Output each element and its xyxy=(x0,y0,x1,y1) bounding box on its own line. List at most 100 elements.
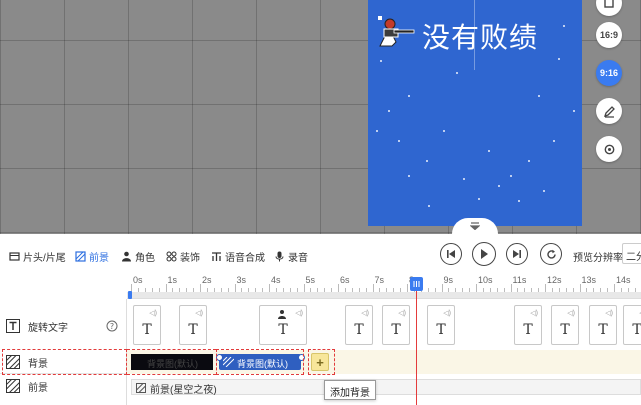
text-glyph-icon: T xyxy=(560,322,570,338)
editor-toolbar: 片头/片尾 前景 角色 装饰 语音合成 录音 预览分辨率 二分 xyxy=(0,237,641,271)
film-icon xyxy=(9,252,20,261)
text-glyph-icon: T xyxy=(142,322,152,338)
foreground-icon xyxy=(136,383,146,393)
ruler-tick xyxy=(614,284,615,292)
text-clip[interactable]: ◁) T xyxy=(382,305,410,345)
star-dot xyxy=(443,130,445,132)
preview-frame[interactable]: 没有败绩 xyxy=(368,0,582,226)
star-dot xyxy=(488,150,490,152)
star-dot xyxy=(376,130,378,132)
ruler-tick xyxy=(269,284,270,292)
tab-record[interactable]: 录音 xyxy=(274,249,308,264)
foreground-icon xyxy=(6,379,20,393)
speaker-icon: ◁) xyxy=(295,310,303,317)
ruler-tick-label: 5s xyxy=(305,275,316,285)
chevron-down-icon xyxy=(470,222,480,230)
skip-back-button[interactable] xyxy=(440,243,462,265)
collapse-handle[interactable] xyxy=(452,218,498,234)
svg-text:?: ? xyxy=(110,322,114,331)
star-dot xyxy=(538,95,540,97)
star-dot xyxy=(510,175,512,177)
ruler-tick xyxy=(476,284,477,292)
tab-foreground[interactable]: 前景 xyxy=(75,249,109,264)
text-glyph-icon: T xyxy=(278,322,288,338)
timeline-scrollbar[interactable] xyxy=(127,291,641,299)
ruler-tick xyxy=(372,284,374,292)
tab-label: 前景 xyxy=(89,253,109,264)
playhead-handle[interactable] xyxy=(410,277,423,291)
text-clip[interactable]: ◁)T xyxy=(623,305,641,345)
person-icon xyxy=(122,251,131,262)
star-dot xyxy=(558,58,560,60)
mic-icon xyxy=(275,251,284,262)
star-dot xyxy=(498,185,500,187)
star-dot xyxy=(408,95,410,97)
text-clip[interactable]: ◁)T xyxy=(551,305,579,345)
help-icon[interactable]: ? xyxy=(106,320,118,332)
ruler-tick xyxy=(545,284,546,292)
play-button[interactable] xyxy=(472,242,496,266)
track-label-text: 前景 xyxy=(28,382,48,394)
text-clip[interactable]: ◁)T xyxy=(133,305,161,345)
decor-icon xyxy=(166,251,177,262)
speaker-icon: ◁) xyxy=(398,310,406,317)
ruler-tick xyxy=(234,284,236,292)
track-label-rotate-text[interactable]: 旋转文字 ? xyxy=(0,315,127,337)
star-dot xyxy=(456,72,458,74)
tab-decor[interactable]: 装饰 xyxy=(166,249,200,264)
ruler-tick-label: 13s xyxy=(581,275,597,285)
soldier-sticker-icon[interactable] xyxy=(374,14,418,50)
background-highlight-span xyxy=(127,349,216,375)
preview-resolution-select[interactable]: 二分 xyxy=(622,243,641,264)
text-clip[interactable]: ◁)T xyxy=(589,305,617,345)
skip-forward-button[interactable] xyxy=(506,243,528,265)
timeline-ruler[interactable]: 0s1s2s3s4s5s6s7s8s9s10s11s12s13s14s xyxy=(127,273,641,299)
track-label-foreground[interactable]: 前景 xyxy=(0,375,127,397)
foreground-clip[interactable]: 前景(星空之夜) xyxy=(131,379,641,396)
star-dot xyxy=(553,140,555,142)
text-glyph-icon: T xyxy=(188,322,198,338)
star-dot xyxy=(408,175,410,177)
track-label-text: 旋转文字 xyxy=(28,322,68,334)
text-glyph-icon: T xyxy=(598,322,608,338)
character-clip[interactable]: ◁) T xyxy=(259,305,307,345)
ratio-9-16-button[interactable]: 9:16 xyxy=(596,60,622,86)
ruler-tick-label: 14s xyxy=(616,275,631,285)
text-clip[interactable]: ◁)T xyxy=(427,305,455,345)
text-glyph-icon: T xyxy=(632,322,641,338)
replay-button[interactable] xyxy=(540,243,562,265)
text-clip[interactable]: ◁)T xyxy=(345,305,373,345)
background-highlight-clip xyxy=(216,349,304,375)
skip-back-icon xyxy=(447,250,455,258)
ruler-tick-label: 2s xyxy=(202,275,212,285)
text-clip[interactable]: ◁)T xyxy=(514,305,542,345)
text-glyph-icon: T xyxy=(391,322,401,338)
ruler-tick-label: 10s xyxy=(478,275,493,285)
tab-label: 语音合成 xyxy=(225,253,265,264)
ruler-tick xyxy=(165,284,167,292)
tab-label: 角色 xyxy=(135,253,155,264)
scroll-start-marker[interactable] xyxy=(128,291,132,299)
background-highlight-add xyxy=(308,349,335,375)
tts-icon xyxy=(212,252,221,261)
tab-label: 录音 xyxy=(288,253,308,264)
ratio-16-9-button[interactable]: 16:9 xyxy=(596,22,622,48)
text-clip[interactable]: ◁)T xyxy=(179,305,207,345)
ruler-tick-label: 11s xyxy=(512,275,527,285)
tab-character[interactable]: 角色 xyxy=(121,249,155,264)
overlay-text[interactable]: 没有败绩 xyxy=(422,16,538,56)
ruler-tick xyxy=(510,284,512,292)
gear-icon[interactable] xyxy=(596,136,622,162)
tab-tts[interactable]: 语音合成 xyxy=(211,249,265,264)
speaker-icon: ◁) xyxy=(361,310,369,317)
pencil-icon[interactable] xyxy=(596,98,622,124)
replay-icon xyxy=(546,249,556,259)
playhead-line xyxy=(416,287,417,405)
ruler-tick-label: 0s xyxy=(133,275,143,285)
grip-icon xyxy=(413,281,420,287)
speaker-icon: ◁) xyxy=(443,310,451,317)
tab-intro-outro[interactable]: 片头/片尾 xyxy=(9,249,66,264)
crop-icon[interactable] xyxy=(596,0,622,16)
star-dot xyxy=(573,110,575,112)
skip-forward-icon xyxy=(513,250,521,258)
